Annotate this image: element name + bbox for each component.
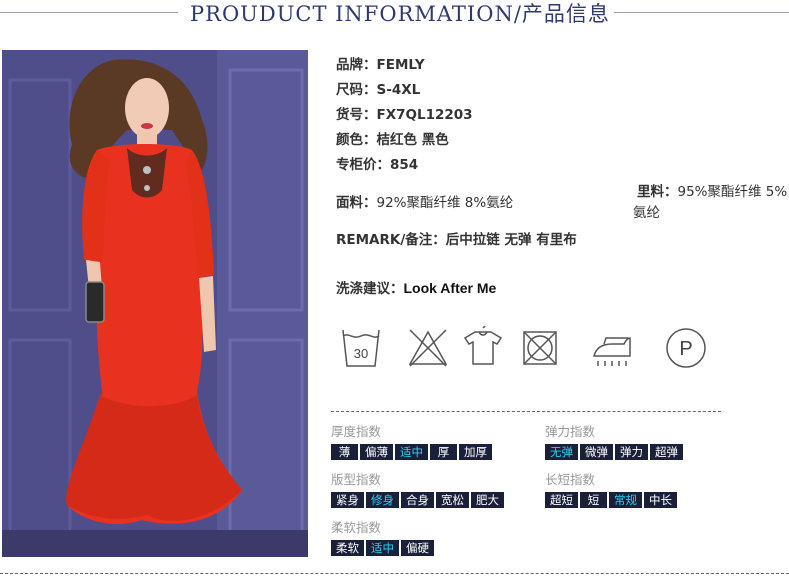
fit-label: 版型指数 [331,472,382,487]
thickness-option: 厚 [430,444,457,460]
no-bleach-icon [408,329,448,367]
header-line-right [614,12,789,13]
page-title: PROUDUCT INFORMATION/产品信息 [190,2,610,26]
lining-line-2: 氨纶 [633,201,660,221]
softness-option: 柔软 [331,540,364,556]
fit-option: 紧身 [331,492,364,508]
brand-line: 品牌：FEMLY [336,53,425,73]
header-line-left [0,12,178,13]
wash-30-icon: 30 [342,329,380,367]
fit-option: 合身 [401,492,434,508]
sku-label: 货号： [336,107,377,123]
softness-label: 柔软指数 [331,520,382,535]
sku-value: FX7QL12203 [376,107,473,123]
fabric-value: 92%聚酯纤维 8%氨纶 [376,195,514,211]
price-line: 专柜价：854 [336,153,418,173]
fit-option: 肥大 [471,492,504,508]
fit-chips: 紧身 修身 合身 宽松 肥大 [331,492,504,508]
softness-chips: 柔软 适中 偏硬 [331,540,434,556]
length-option-selected: 常规 [609,492,642,508]
thickness-option-selected: 适中 [395,444,428,460]
elasticity-option: 弹力 [615,444,648,460]
lining-label: 里料： [637,184,678,200]
size-line: 尺码：S-4XL [336,78,420,98]
thickness-option: 偏薄 [360,444,393,460]
softness-option-selected: 适中 [366,540,399,556]
brand-value: FEMLY [376,57,425,73]
remark-line: REMARK/备注：后中拉链 无弹 有里布 [336,228,577,248]
softness-option: 偏硬 [401,540,434,556]
fit-option-selected: 修身 [366,492,399,508]
product-photo [2,50,308,557]
size-value: S-4XL [376,82,421,98]
length-option: 超短 [545,492,578,508]
wash-temp-text: 30 [354,346,368,361]
lining-line: 里料：95%聚酯纤维 5% [637,180,787,200]
elasticity-label: 弹力指数 [545,424,596,439]
remark-value: 后中拉链 无弹 有里布 [445,232,577,248]
elasticity-option-selected: 无弹 [545,444,578,460]
fit-option: 宽松 [436,492,469,508]
price-value: 854 [390,157,419,173]
shirt-icon [463,326,503,365]
price-label: 专柜价： [336,157,390,173]
lining-value-1: 95%聚酯纤维 5% [677,184,788,200]
length-chips: 超短短常规 中长 [545,492,677,508]
no-tumble-dry-icon [523,331,557,365]
model-illustration [2,50,308,557]
length-label: 长短指数 [545,472,596,487]
bottom-divider [0,573,789,574]
brand-label: 品牌： [336,57,377,73]
dry-clean-p-text: P [679,338,692,360]
iron-icon [593,337,631,366]
elasticity-chips: 无弹 微弹 弹力 超弹 [545,444,683,460]
wash-label: 洗涤建议： [336,281,404,297]
elasticity-option: 超弹 [650,444,683,460]
wash-line: 洗涤建议：Look After Me [336,277,496,297]
remark-label: REMARK/备注： [336,232,446,248]
size-label: 尺码： [336,82,377,98]
thickness-option: 薄 [331,444,358,460]
wash-value: Look After Me [403,280,497,296]
thickness-chips: 薄偏薄 适中厚加厚 [331,444,492,460]
color-line: 颜色：桔红色 黑色 [336,128,449,148]
elasticity-option: 微弹 [580,444,613,460]
fabric-line: 面料：92%聚酯纤维 8%氨纶 [336,191,513,211]
thickness-label: 厚度指数 [331,424,382,439]
index-divider [331,411,721,412]
lining-value-2: 氨纶 [633,205,660,221]
fabric-label: 面料： [336,195,377,211]
sku-line: 货号：FX7QL12203 [336,103,473,123]
dry-clean-p-icon: P [666,328,706,368]
color-value: 桔红色 黑色 [376,132,449,148]
thickness-option: 加厚 [459,444,492,460]
length-option: 中长 [644,492,677,508]
length-option: 短 [580,492,607,508]
color-label: 颜色： [336,132,377,148]
